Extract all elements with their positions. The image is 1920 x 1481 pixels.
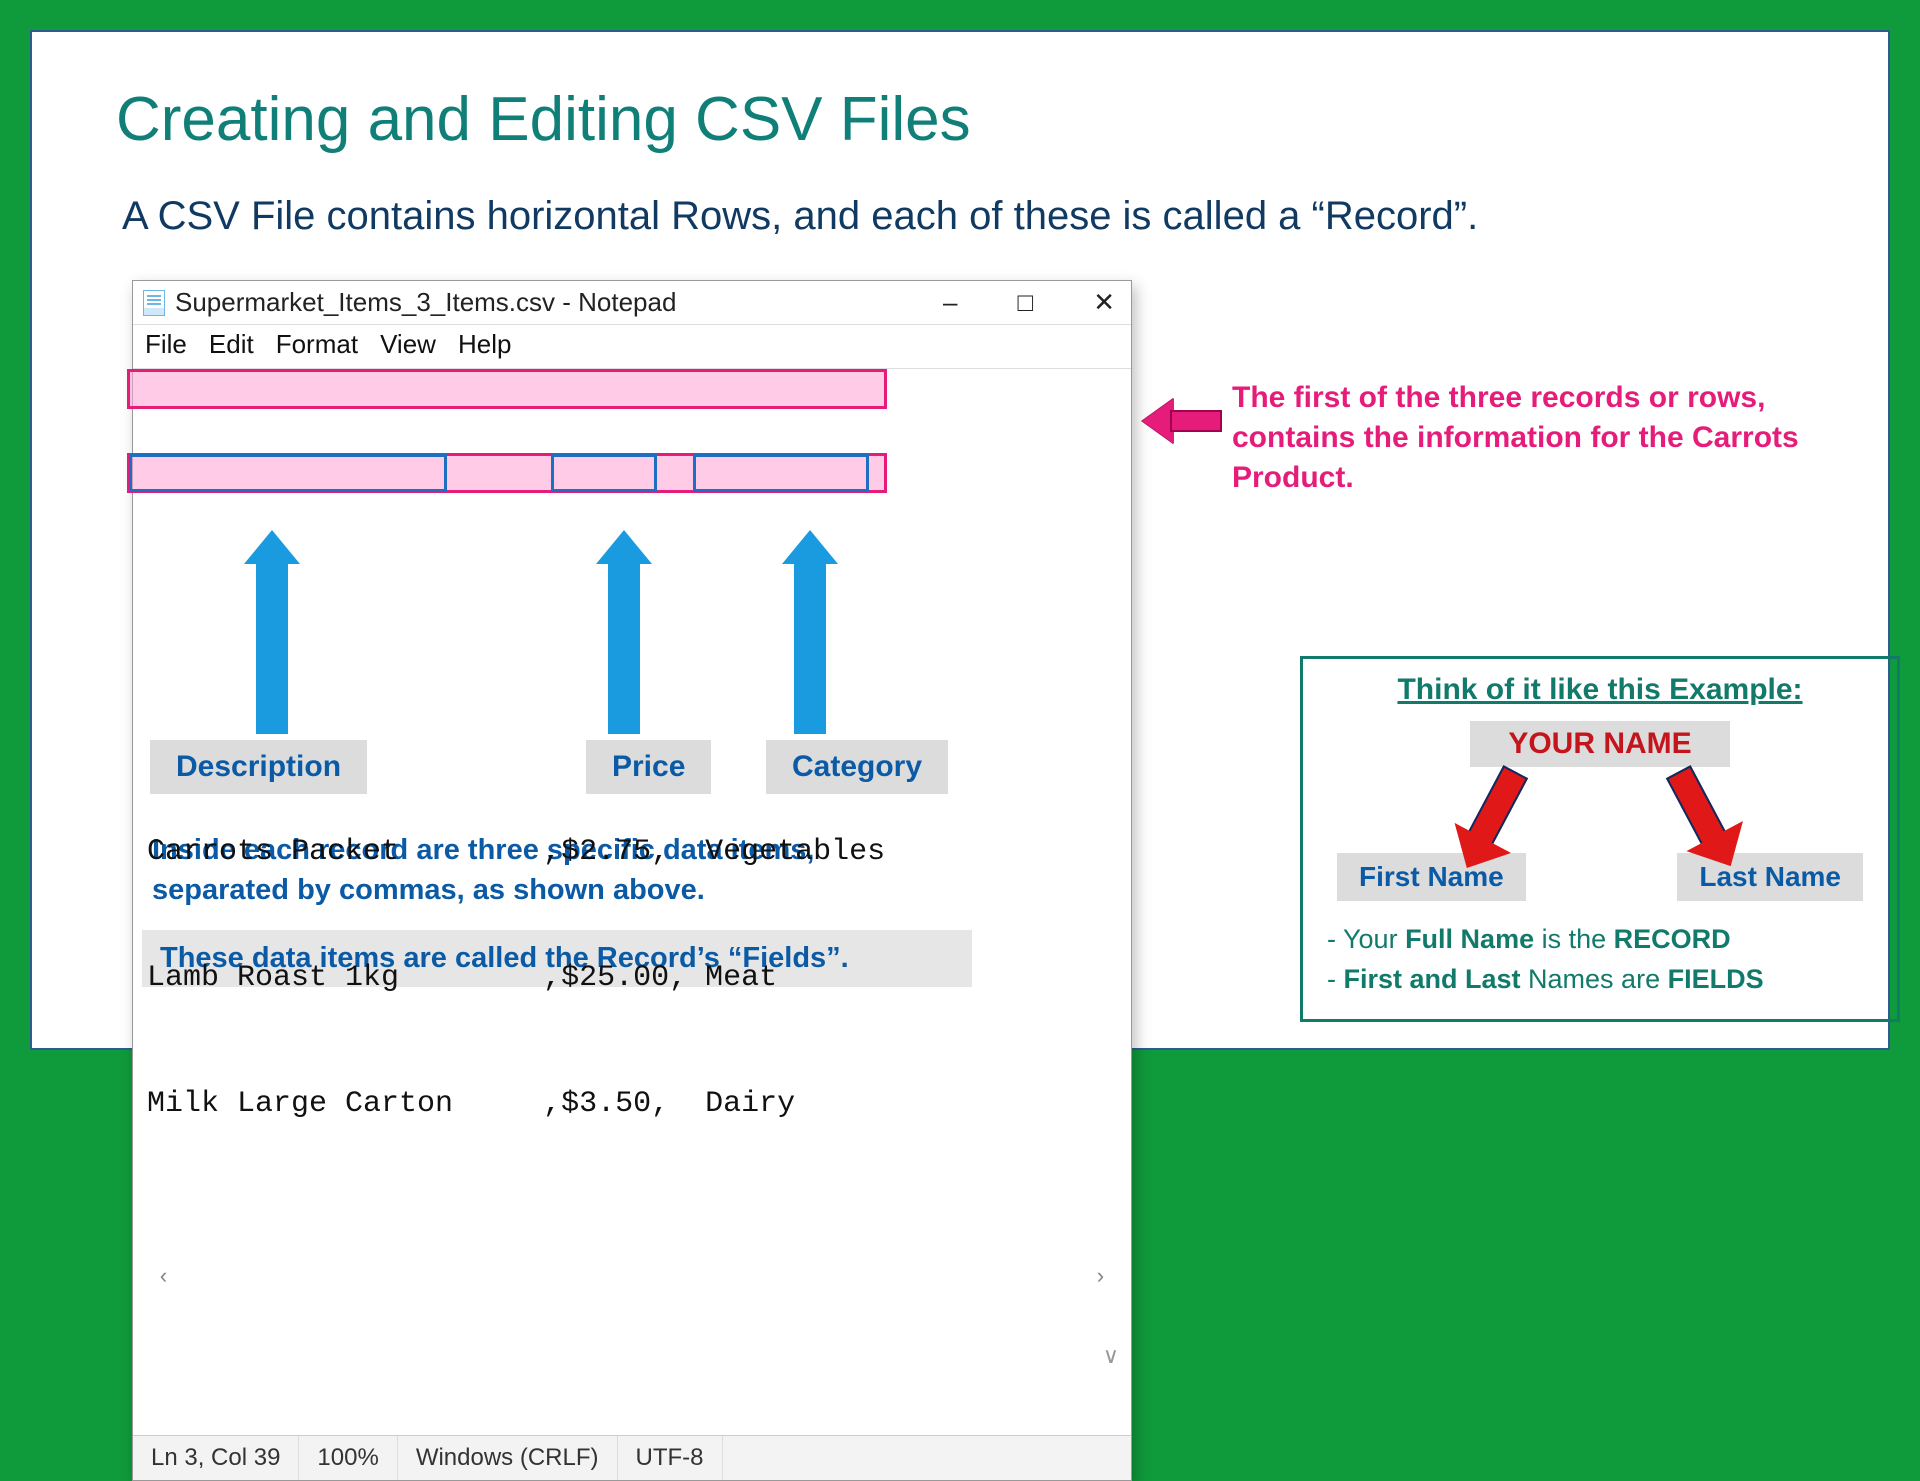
status-eol: Windows (CRLF) (398, 1436, 618, 1480)
menu-help[interactable]: Help (458, 329, 511, 360)
ex-note2-pre: - (1327, 964, 1344, 994)
menu-edit[interactable]: Edit (209, 329, 254, 360)
status-encoding: UTF-8 (618, 1436, 723, 1480)
slide-canvas: Creating and Editing CSV Files A CSV Fil… (30, 30, 1890, 1050)
notepad-title-text: Supermarket_Items_3_Items.csv - Notepad (175, 287, 676, 318)
label-category: Category (766, 740, 948, 794)
arrow-description (250, 530, 294, 734)
ex-note1-b2: RECORD (1614, 924, 1731, 954)
ex-note2-mid: Names are (1521, 964, 1668, 994)
highlight-field-description (129, 454, 447, 492)
window-maximize-icon[interactable]: □ (1017, 287, 1033, 318)
arrow-record-pointer (1142, 398, 1222, 444)
scroll-down-icon[interactable]: ∨ (1103, 1337, 1119, 1379)
menu-format[interactable]: Format (276, 329, 358, 360)
csv-row-1: Carrots Packet ,$2.75, Vegetables (147, 835, 885, 869)
csv-row-3: Milk Large Carton ,$3.50, Dairy (147, 1087, 795, 1121)
ex-note2-b2: FIELDS (1668, 964, 1764, 994)
example-your-name: YOUR NAME (1470, 721, 1730, 767)
example-box: Think of it like this Example: YOUR NAME… (1300, 656, 1900, 1022)
ex-note1-pre: - Your (1327, 924, 1405, 954)
arrow-to-first-name (1466, 765, 1528, 849)
highlight-field-category (693, 454, 869, 492)
status-zoom: 100% (299, 1436, 397, 1480)
highlight-field-price (551, 454, 657, 492)
arrow-to-last-name (1666, 765, 1728, 849)
menu-view[interactable]: View (380, 329, 436, 360)
notepad-menubar: File Edit Format View Help (133, 325, 1131, 369)
label-price: Price (586, 740, 711, 794)
ex-note1-mid: is the (1534, 924, 1614, 954)
ex-note1-b1: Full Name (1405, 924, 1534, 954)
note-first-record: The first of the three records or rows, … (1232, 378, 1882, 498)
label-description: Description (150, 740, 367, 794)
example-notes: - Your Full Name is the RECORD - First a… (1327, 919, 1873, 999)
page-subtitle: A CSV File contains horizontal Rows, and… (122, 194, 1478, 239)
menu-file[interactable]: File (145, 329, 187, 360)
scroll-right-icon[interactable]: › (1094, 1257, 1107, 1299)
highlight-record-1 (127, 369, 887, 409)
notepad-icon (143, 290, 165, 316)
ex-note2-b1: First and Last (1344, 964, 1521, 994)
csv-row-2: Lamb Roast 1kg ,$25.00, Meat (147, 961, 777, 995)
notepad-titlebar: Supermarket_Items_3_Items.csv - Notepad … (133, 281, 1131, 325)
notepad-statusbar: Ln 3, Col 39 100% Windows (CRLF) UTF-8 (133, 1435, 1131, 1480)
window-minimize-icon[interactable]: – (943, 287, 957, 318)
example-title: Think of it like this Example: (1327, 673, 1873, 707)
status-position: Ln 3, Col 39 (133, 1436, 299, 1480)
arrow-category (788, 530, 832, 734)
window-close-icon[interactable]: ✕ (1093, 287, 1115, 318)
page-title: Creating and Editing CSV Files (116, 84, 971, 155)
arrow-price (602, 530, 646, 734)
scroll-left-icon[interactable]: ‹ (157, 1257, 170, 1299)
